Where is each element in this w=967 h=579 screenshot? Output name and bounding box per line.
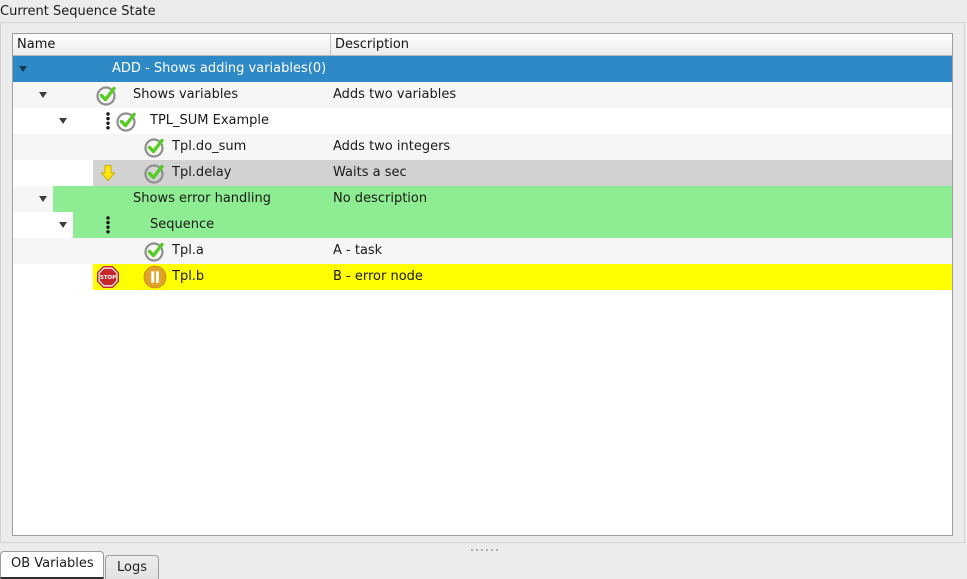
row-name-label: Shows variables: [133, 82, 238, 108]
tree-row[interactable]: ADD - Shows adding variables(0): [13, 56, 952, 82]
row-name-label: Shows error handling: [133, 186, 271, 212]
check-icon: [95, 83, 119, 107]
row-description-label: Waits a sec: [333, 160, 407, 186]
row-description-label: Adds two variables: [333, 82, 456, 108]
row-description-label: Adds two integers: [333, 134, 450, 160]
tab-logs[interactable]: Logs: [105, 555, 159, 579]
row-name-label: Tpl.a: [172, 238, 204, 264]
tree-row[interactable]: Sequence: [13, 212, 952, 238]
expander-icon[interactable]: [39, 196, 47, 202]
tree-row[interactable]: Tpl.delay Waits a sec: [13, 160, 952, 186]
tab-ob-variables[interactable]: OB Variables: [0, 551, 104, 579]
check-icon: [143, 135, 167, 159]
row-name-label: TPL_SUM Example: [150, 108, 269, 134]
expander-icon[interactable]: [19, 66, 27, 72]
tree-row[interactable]: Tpl.do_sum Adds two integers: [13, 134, 952, 160]
sequence-tree: Name Description ADD - Shows adding vari…: [12, 33, 953, 536]
dots-icon: [96, 213, 120, 237]
row-name-label: Sequence: [150, 212, 214, 238]
row-name-label: Tpl.b: [172, 264, 204, 290]
pause-icon: [143, 265, 167, 289]
tree-row[interactable]: TPL_SUM Example: [13, 108, 952, 134]
column-header-description[interactable]: Description: [331, 34, 952, 55]
tree-header: Name Description: [13, 34, 952, 56]
column-header-name[interactable]: Name: [13, 34, 331, 55]
stop-icon: STOP: [96, 265, 120, 289]
expander-icon[interactable]: [39, 92, 47, 98]
row-state-highlight: [93, 264, 952, 290]
check-icon: [143, 239, 167, 263]
row-description-label: A - task: [333, 238, 382, 264]
bottom-tab-bar: OB Variables Logs: [0, 544, 967, 579]
tree-row[interactable]: STOP Tpl.b B - error node: [13, 264, 952, 290]
row-name-label: ADD - Shows adding variables(0): [112, 56, 326, 82]
expander-icon[interactable]: [59, 222, 67, 228]
row-name-label: Tpl.delay: [172, 160, 231, 186]
expander-icon[interactable]: [59, 118, 67, 124]
tree-row[interactable]: Tpl.a A - task: [13, 238, 952, 264]
row-name-label: Tpl.do_sum: [172, 134, 246, 160]
tree-row[interactable]: Shows variables Adds two variables: [13, 82, 952, 108]
arrow-down-icon: [96, 161, 120, 185]
check-icon: [143, 161, 167, 185]
tree-rows: ADD - Shows adding variables(0)Shows var…: [13, 56, 952, 290]
check-icon: [115, 109, 139, 133]
row-description-label: No description: [333, 186, 427, 212]
svg-text:STOP: STOP: [100, 275, 116, 281]
panel-title: Current Sequence State: [0, 4, 156, 19]
row-description-label: B - error node: [333, 264, 423, 290]
tree-row[interactable]: Shows error handling No description: [13, 186, 952, 212]
